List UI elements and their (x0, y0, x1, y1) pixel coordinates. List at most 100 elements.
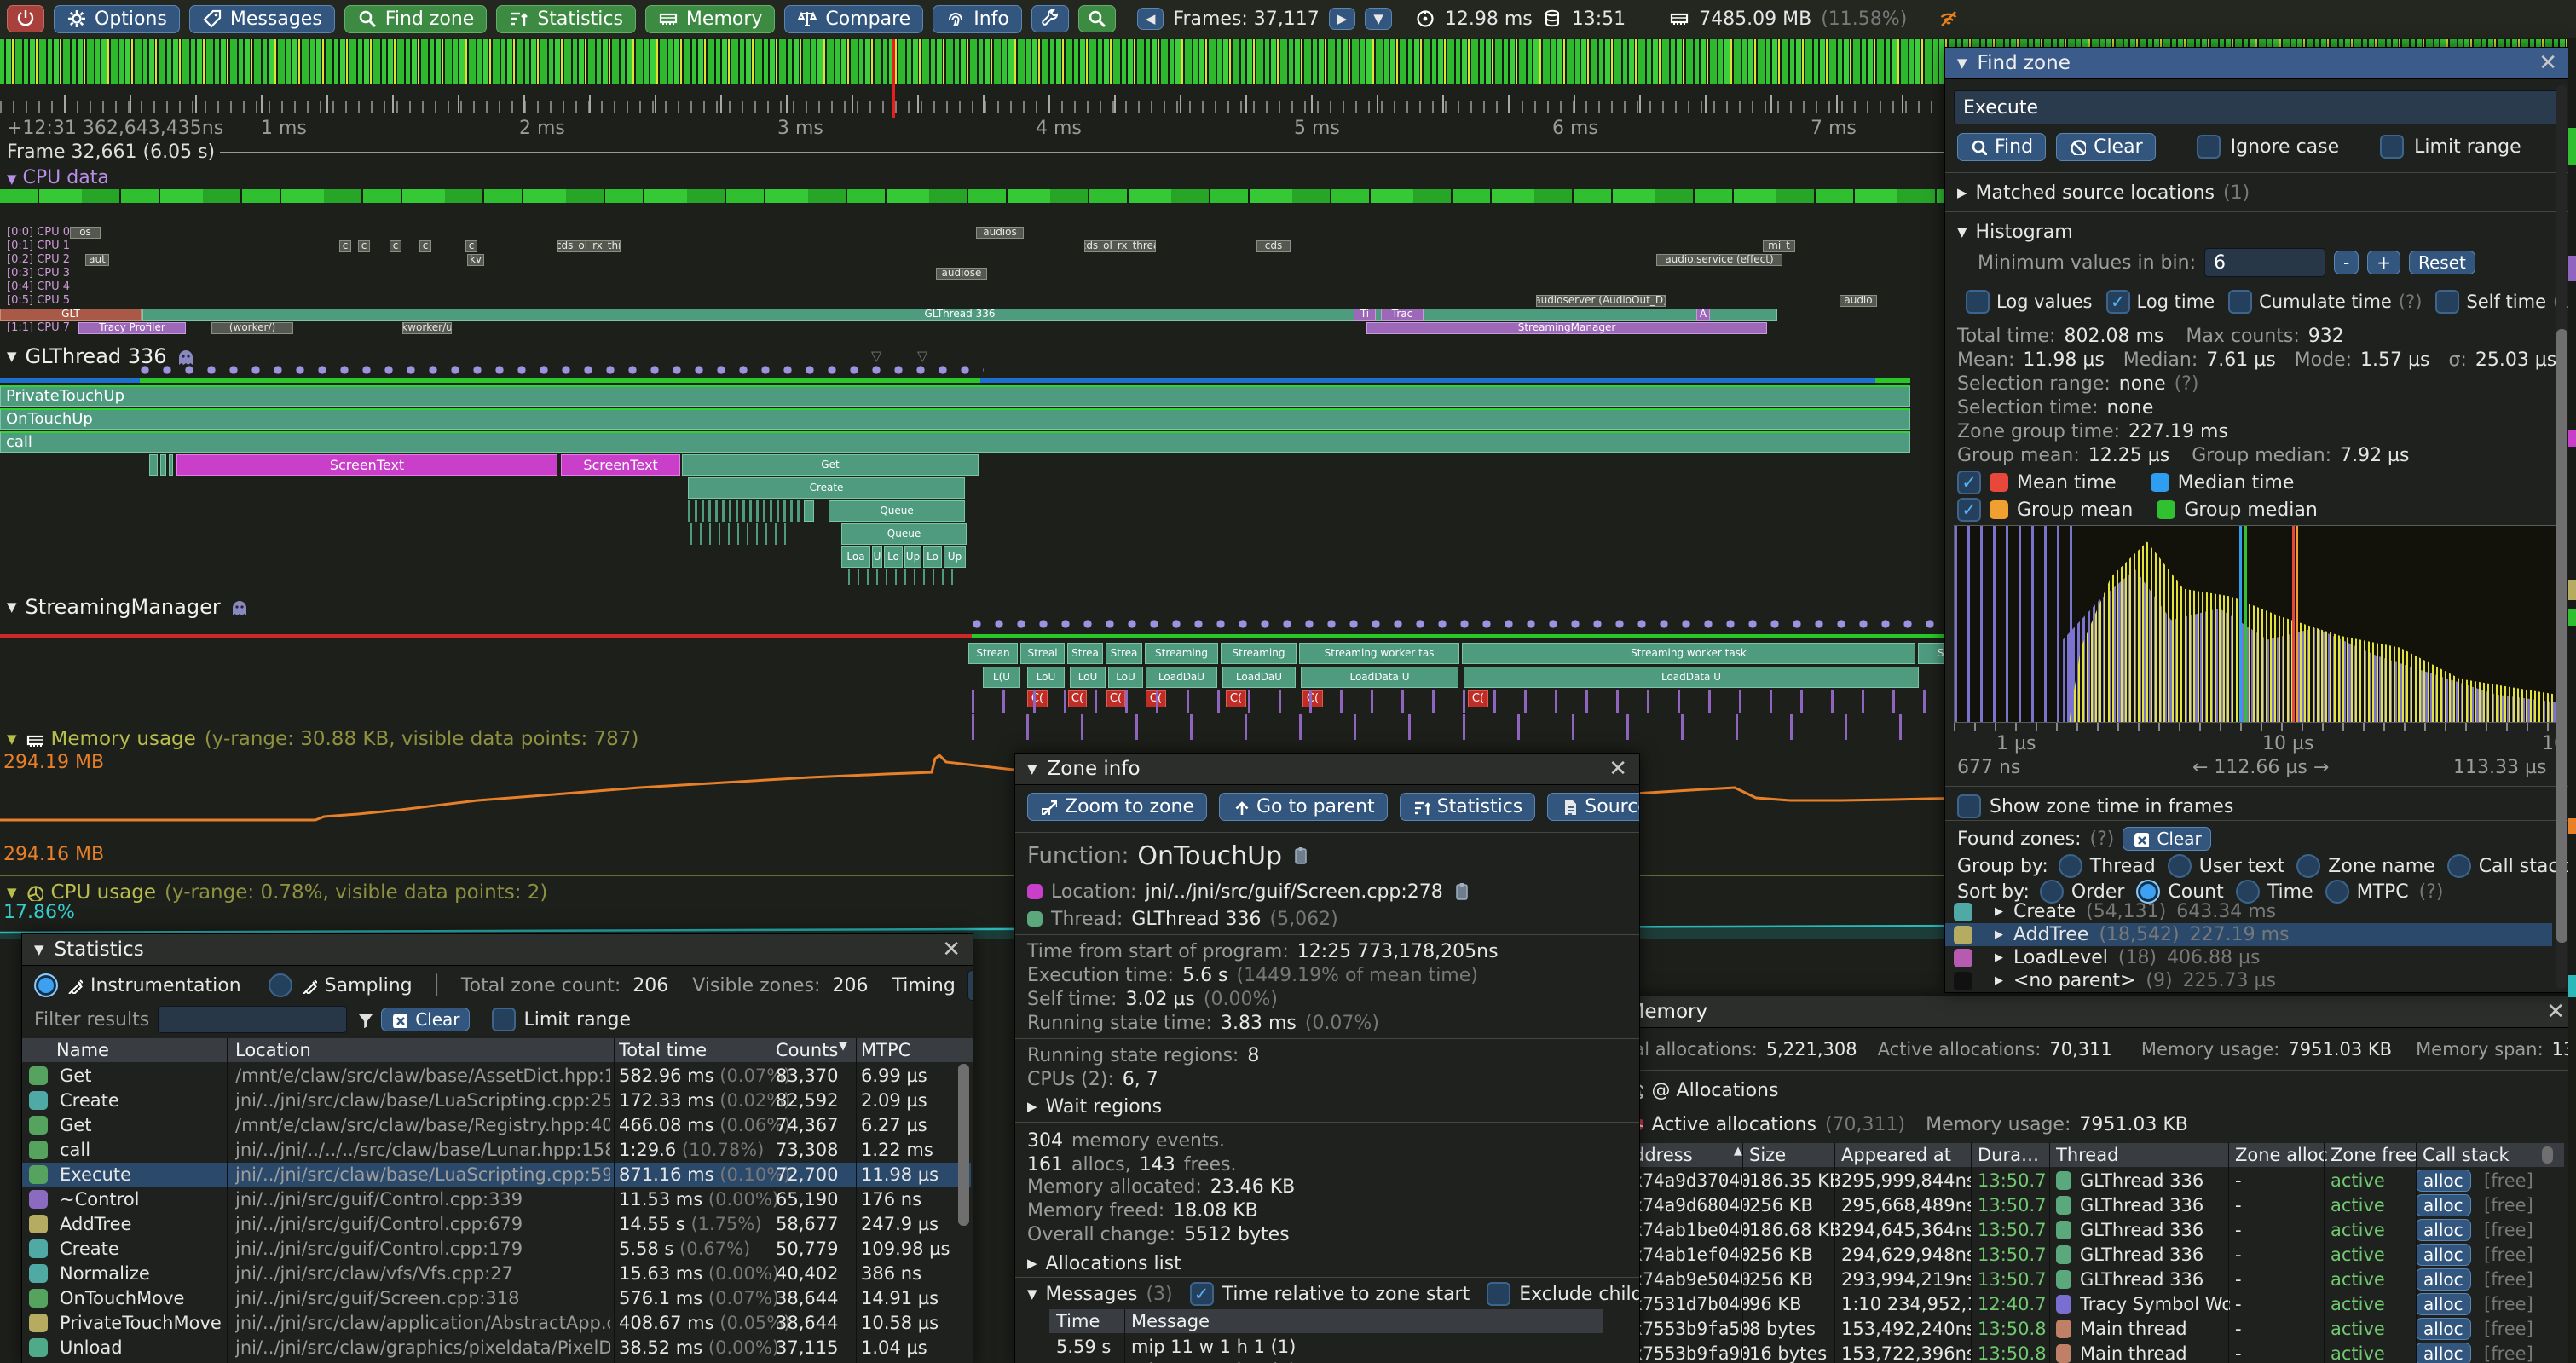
statistics-row[interactable]: Normalize jni/../jni/src/claw/vfs/Vfs.cp… (22, 1262, 971, 1286)
group-by-radio[interactable]: Call stacks (2447, 854, 2570, 878)
statistics-row[interactable]: call jni/../jni/../../../src/claw/base/L… (22, 1138, 971, 1163)
cpu-zone[interactable]: c (358, 240, 370, 252)
zone[interactable]: Strea (1106, 643, 1142, 664)
collapsed-zone-marker[interactable]: ▽ (871, 348, 881, 364)
zone[interactable]: LoadData U (1464, 667, 1919, 688)
min-bin-input[interactable]: 6 (2204, 248, 2325, 277)
memory-table-scrollbar[interactable] (2542, 1146, 2553, 1164)
power-button[interactable] (7, 5, 44, 32)
find-zone-search-input[interactable]: Execute (1954, 90, 2561, 124)
message-row[interactable]: 5.59 s mip 10 w 2 h 2 (4) (1049, 1359, 1603, 1363)
cpu-data-header[interactable]: ▼ CPU data (7, 167, 109, 188)
sampling-radio[interactable]: Sampling (269, 973, 413, 997)
cpu-zone[interactable]: Trac (1381, 309, 1424, 321)
cpu-zone[interactable]: GLT (0, 309, 142, 321)
close-icon[interactable]: ✕ (2546, 999, 2565, 1025)
zone[interactable]: Loa (841, 546, 870, 568)
zone[interactable] (848, 569, 957, 585)
clear-button[interactable]: Clear (2056, 133, 2156, 161)
zone-info-titlebar[interactable]: ▼ Zone info ✕ (1015, 754, 1639, 785)
clipboard-icon[interactable] (1452, 881, 1472, 902)
statistics-row[interactable]: Get /mnt/e/claw/src/claw/base/Registry.h… (22, 1113, 971, 1138)
memory-row[interactable]: 0x7553b9fa50 8 bytes 153,492,240ns 13:50… (1608, 1317, 2564, 1342)
zone[interactable] (690, 523, 791, 545)
zoom-button[interactable] (1078, 5, 1116, 32)
zone[interactable]: Queue (841, 523, 967, 545)
log-time-checkbox[interactable] (2106, 290, 2130, 314)
zone[interactable]: L(U (983, 667, 1020, 688)
zone[interactable]: Create (688, 477, 965, 499)
alloc-callstack-button[interactable]: alloc (2416, 1343, 2471, 1363)
exclude-children-checkbox[interactable] (1487, 1282, 1510, 1306)
matched-locations-expander[interactable]: ▶ Matched source locations(1) (1957, 179, 2250, 206)
zone[interactable]: LoadDaU (1222, 667, 1296, 688)
cpu-zone[interactable]: kworker/u (402, 322, 452, 334)
zone[interactable]: LoadDaU (1146, 667, 1217, 688)
zone[interactable]: Lo (884, 546, 903, 568)
statistics-row[interactable]: Get /mnt/e/claw/src/claw/base/AssetDict.… (22, 1064, 971, 1089)
statistics-row[interactable]: Create jni/../jni/src/claw/base/LuaScrip… (22, 1089, 971, 1113)
memory-usage-plot[interactable] (0, 752, 1969, 871)
zone[interactable]: PrivateTouchUp (0, 385, 1910, 407)
cpu-zone[interactable]: cds_ol_rx_threa (1084, 240, 1156, 252)
memory-row[interactable]: 0x7531d7b040 96 KB 1:10 234,952,161 12:4… (1608, 1292, 2564, 1317)
statistics-row[interactable]: Execute jni/../jni/src/claw/base/LuaScri… (22, 1163, 971, 1187)
message-row[interactable]: 5.59 s mip 11 w 1 h 1 (1) (1049, 1335, 1603, 1359)
memory-row[interactable]: 0x74ab1ef040 256 KB 294,629,948ns 13:50.… (1608, 1243, 2564, 1268)
tools-button[interactable] (1031, 5, 1069, 32)
info-button[interactable]: Info (933, 5, 1022, 33)
memory-table-header[interactable]: Address ▲ Size Appeared at Dura… Thread … (1608, 1143, 2564, 1167)
clear-filter-button[interactable]: Clear (381, 1008, 469, 1031)
zone[interactable]: ScreenText (176, 454, 557, 476)
statistics-row[interactable]: Unload jni/../jni/src/claw/graphics/pixe… (22, 1336, 971, 1360)
bin-reset-button[interactable]: Reset (2409, 251, 2475, 274)
zone[interactable]: LoU (1070, 667, 1106, 688)
found-zone-row[interactable]: ▶ <no parent> (9) 225.73 µs (1945, 969, 2552, 992)
memory-row[interactable]: 0x74ab9e5040 256 KB 293,994,219ns 13:50.… (1608, 1268, 2564, 1292)
statistics-titlebar[interactable]: ▼ Statistics ✕ (22, 934, 973, 966)
zone[interactable]: Lo (923, 546, 942, 568)
zone[interactable]: OnTouchUp (0, 408, 1910, 430)
show-zone-time-checkbox[interactable] (1957, 794, 1981, 818)
alloc-callstack-button[interactable]: alloc (2416, 1318, 2471, 1340)
limit-range-checkbox[interactable] (2380, 135, 2404, 159)
cpu-zone[interactable]: audios (976, 227, 1024, 239)
glthread-message-dots[interactable] (140, 365, 984, 375)
cpu-zone[interactable]: StreamingManager (1366, 322, 1767, 334)
cpu-zone[interactable]: audio (1840, 295, 1877, 307)
zone[interactable]: Strean (968, 643, 1018, 664)
zone[interactable]: Strea (1067, 643, 1103, 664)
instrumentation-radio[interactable]: Instrumentation (34, 973, 241, 997)
memory-row[interactable]: 0x74a9d68040 256 KB 295,668,489ns 13:50.… (1608, 1193, 2564, 1218)
streaming-message-dots[interactable] (972, 619, 1969, 629)
bin-minus-button[interactable]: - (2334, 251, 2359, 274)
group-by-radio[interactable]: Thread (2059, 854, 2156, 878)
find-zone-titlebar[interactable]: ▼ Find zone ✕ (1945, 48, 2569, 79)
collapsed-zone-marker[interactable]: ▽ (917, 348, 927, 364)
go-to-parent-button[interactable]: Go to parent (1219, 793, 1388, 821)
messages-expander[interactable]: ▼ Messages(3) Time relative to zone star… (1027, 1280, 1640, 1308)
statistics-row[interactable]: ~Control jni/../jni/src/guif/Control.cpp… (22, 1187, 971, 1212)
zone[interactable]: Streal (1020, 643, 1065, 664)
cpu-usage-header[interactable]: ▼ CPU usage (y-range: 0.78%, visible dat… (7, 881, 547, 904)
zone[interactable] (804, 500, 814, 522)
statistics-scrollbar[interactable] (958, 1064, 969, 1226)
cpu-zone[interactable]: audioserver (AudioOut_D) (1536, 295, 1666, 307)
statistics-row[interactable]: OnTouchMove jni/../jni/src/guif/Screen.c… (22, 1286, 971, 1311)
zone[interactable]: ScreenText (561, 454, 680, 476)
alloc-callstack-button[interactable]: alloc (2416, 1219, 2471, 1241)
limit-range-checkbox[interactable] (492, 1008, 516, 1031)
cpu-zone[interactable]: c (339, 240, 351, 252)
memory-button[interactable]: Memory (645, 5, 775, 33)
zone[interactable]: Get (682, 454, 979, 476)
prev-frame-button[interactable]: ◀ (1137, 8, 1164, 30)
funnel-icon[interactable] (355, 1011, 373, 1028)
zone[interactable] (149, 454, 158, 476)
statistics-row[interactable]: PrivateTouchMove jni/../jni/src/claw/app… (22, 1311, 971, 1336)
cpu-zone[interactable]: Ti (1354, 309, 1376, 321)
cpu-zone[interactable]: c (465, 240, 477, 252)
timing-select[interactable]: Self only▼ (967, 970, 973, 1001)
find-zone-histogram[interactable] (1954, 525, 2557, 723)
cpu-zone[interactable]: kv (467, 254, 484, 266)
streamingmanager-header[interactable]: ▼StreamingManager (7, 595, 246, 619)
